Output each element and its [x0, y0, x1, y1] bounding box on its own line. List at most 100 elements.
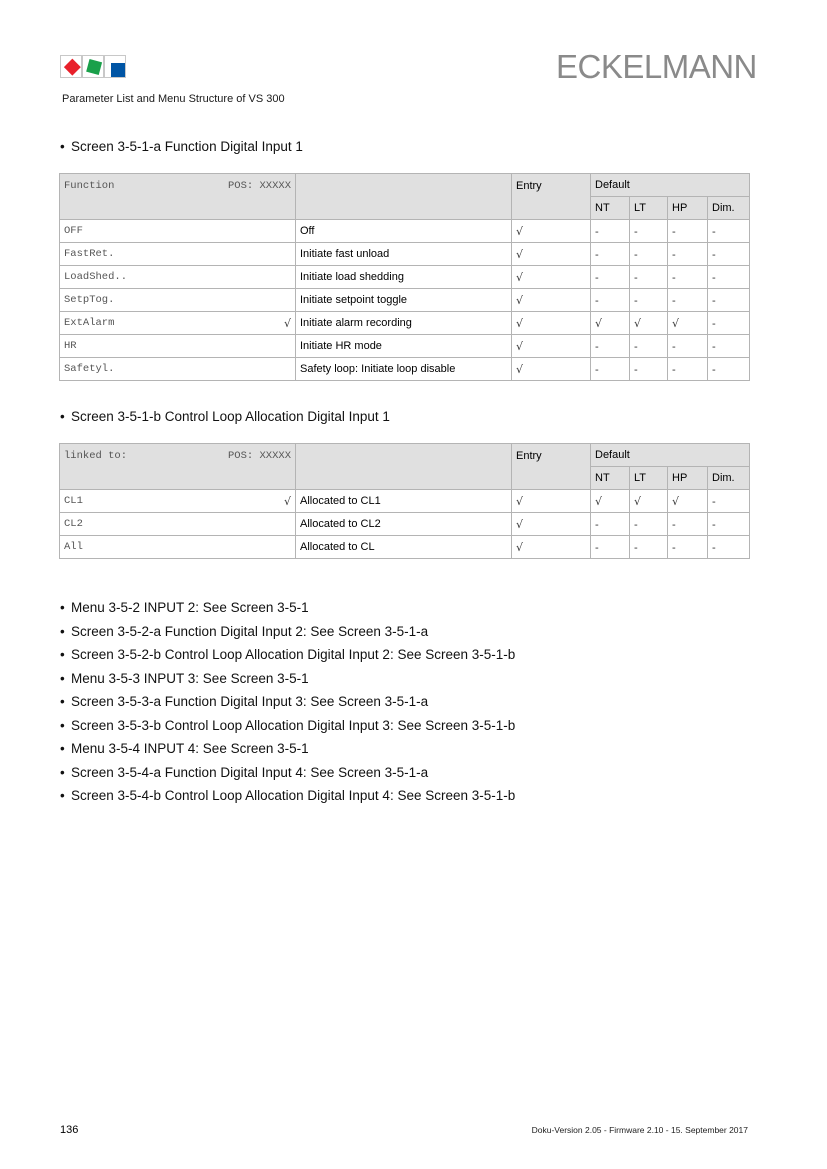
- lt-cell: -: [629, 288, 668, 312]
- green-square-icon: [86, 59, 103, 75]
- param-header: linked to: POS: XXXXX: [59, 443, 296, 490]
- nt-cell: -: [590, 242, 630, 266]
- nt-cell: -: [590, 334, 630, 358]
- table-row: FastRet. Initiate fast unload √ - - - -: [59, 242, 751, 266]
- hp-cell: -: [667, 242, 708, 266]
- nt-cell: -: [590, 288, 630, 312]
- reference-item: • Screen 3-5-3-b Control Loop Allocation …: [60, 716, 515, 740]
- reference-item: • Screen 3-5-4-a Function Digital Input 4…: [60, 763, 515, 787]
- blue-square-icon: [111, 63, 125, 77]
- dim-cell: -: [706, 334, 751, 358]
- entry-cell: √: [511, 242, 591, 266]
- lt-cell: -: [629, 357, 668, 381]
- param-cell: LoadShed..: [59, 265, 296, 289]
- bullet-icon: •: [60, 788, 65, 803]
- bullet-icon: •: [60, 409, 65, 424]
- description-cell: Allocated to CL2: [295, 512, 512, 536]
- lt-cell: -: [629, 334, 668, 358]
- hp-cell: √: [667, 311, 708, 335]
- param-cell: CL1 √: [59, 489, 296, 513]
- bullet-icon: •: [60, 600, 65, 615]
- document-subtitle: Parameter List and Menu Structure of VS …: [62, 93, 285, 105]
- description-cell: Initiate HR mode: [295, 334, 512, 358]
- bullet-icon: •: [60, 741, 65, 756]
- dim-cell: -: [706, 265, 751, 289]
- nt-header: NT: [590, 196, 630, 220]
- section-heading-function: • Screen 3-5-1-a Function Digital Input 1: [60, 139, 303, 154]
- hp-header: HP: [667, 466, 708, 490]
- entry-cell: √: [511, 489, 591, 513]
- param-cell: OFF: [59, 219, 296, 243]
- reference-item: • Screen 3-5-2-b Control Loop Allocation …: [60, 645, 515, 669]
- nt-cell: -: [590, 265, 630, 289]
- table-row: CL2 Allocated to CL2 √ - - - -: [59, 512, 751, 536]
- lt-cell: -: [629, 265, 668, 289]
- nt-cell: -: [590, 219, 630, 243]
- lt-cell: -: [629, 242, 668, 266]
- reference-item: • Screen 3-5-2-a Function Digital Input 2…: [60, 622, 515, 646]
- bullet-icon: •: [60, 139, 65, 154]
- description-cell: Allocated to CL1: [295, 489, 512, 513]
- hp-header: HP: [667, 196, 708, 220]
- description-cell: Allocated to CL: [295, 535, 512, 559]
- reference-item: • Menu 3-5-2 INPUT 2: See Screen 3-5-1: [60, 598, 515, 622]
- dim-cell: -: [706, 535, 751, 559]
- hp-cell: -: [667, 334, 708, 358]
- function-table: Function POS: XXXXX Entry Default NT LT H…: [59, 173, 751, 381]
- bullet-icon: •: [60, 670, 65, 686]
- table-row: ExtAlarm √ Initiate alarm recording √ √ √ √ -: [59, 311, 751, 335]
- eckelmann-logo: [60, 55, 128, 78]
- table-row: CL1 √ Allocated to CL1 √ √ √ √ -: [59, 489, 751, 513]
- entry-cell: √: [511, 288, 591, 312]
- lt-cell: √: [629, 489, 668, 513]
- table-header-row: Function POS: XXXXX Entry Default: [59, 173, 751, 220]
- hp-cell: -: [667, 357, 708, 381]
- dim-cell: -: [706, 219, 751, 243]
- table-row: All Allocated to CL √ - - - -: [59, 535, 751, 559]
- param-header: Function POS: XXXXX: [59, 173, 296, 220]
- bullet-icon: •: [60, 623, 65, 639]
- control-loop-table: linked to: POS: XXXXX Entry Default NT LT…: [59, 443, 751, 559]
- table-header-row: linked to: POS: XXXXX Entry Default: [59, 443, 751, 490]
- reference-item: • Screen 3-5-4-b Control Loop Allocation …: [60, 786, 515, 810]
- hp-cell: -: [667, 512, 708, 536]
- bullet-icon: •: [60, 764, 65, 780]
- param-cell: SetpTog.: [59, 288, 296, 312]
- dim-cell: -: [706, 311, 751, 335]
- dim-header: Dim.: [706, 466, 751, 490]
- bullet-icon: •: [60, 694, 65, 709]
- entry-cell: √: [511, 311, 591, 335]
- nt-cell: √: [590, 311, 630, 335]
- hp-cell: -: [667, 265, 708, 289]
- entry-cell: √: [511, 512, 591, 536]
- nt-cell: -: [590, 535, 630, 559]
- param-cell: Safetyl.: [59, 357, 296, 381]
- section-heading-control-loop: • Screen 3-5-1-b Control Loop Allocation …: [60, 409, 390, 424]
- hp-cell: -: [667, 219, 708, 243]
- selected-mark: √: [283, 494, 291, 508]
- description-cell: Safety loop: Initiate loop disable: [295, 357, 512, 381]
- footer-version: Doku-Version 2.05 - Firmware 2.10 - 15. …: [531, 1125, 748, 1135]
- default-header: Default: [589, 173, 751, 197]
- entry-cell: √: [511, 357, 591, 381]
- lt-cell: -: [629, 512, 668, 536]
- nt-cell: √: [590, 489, 630, 513]
- reference-item: • Menu 3-5-3 INPUT 3: See Screen 3-5-1: [60, 669, 515, 693]
- description-cell: Initiate alarm recording: [295, 311, 512, 335]
- dim-cell: -: [706, 489, 751, 513]
- table-row: SetpTog. Initiate setpoint toggle √ - - - -: [59, 288, 751, 312]
- selected-mark: √: [283, 316, 291, 330]
- dim-cell: -: [706, 288, 751, 312]
- entry-cell: √: [511, 334, 591, 358]
- bullet-icon: •: [60, 647, 65, 662]
- param-cell: HR: [59, 334, 296, 358]
- red-diamond-icon: [63, 58, 81, 76]
- entry-cell: √: [511, 535, 591, 559]
- entry-header: Entry: [511, 173, 591, 220]
- param-cell: FastRet.: [59, 242, 296, 266]
- param-cell: All: [59, 535, 296, 559]
- param-cell: ExtAlarm √: [59, 311, 296, 335]
- hp-cell: √: [667, 489, 708, 513]
- lt-header: LT: [629, 466, 668, 490]
- description-cell: Off: [295, 219, 512, 243]
